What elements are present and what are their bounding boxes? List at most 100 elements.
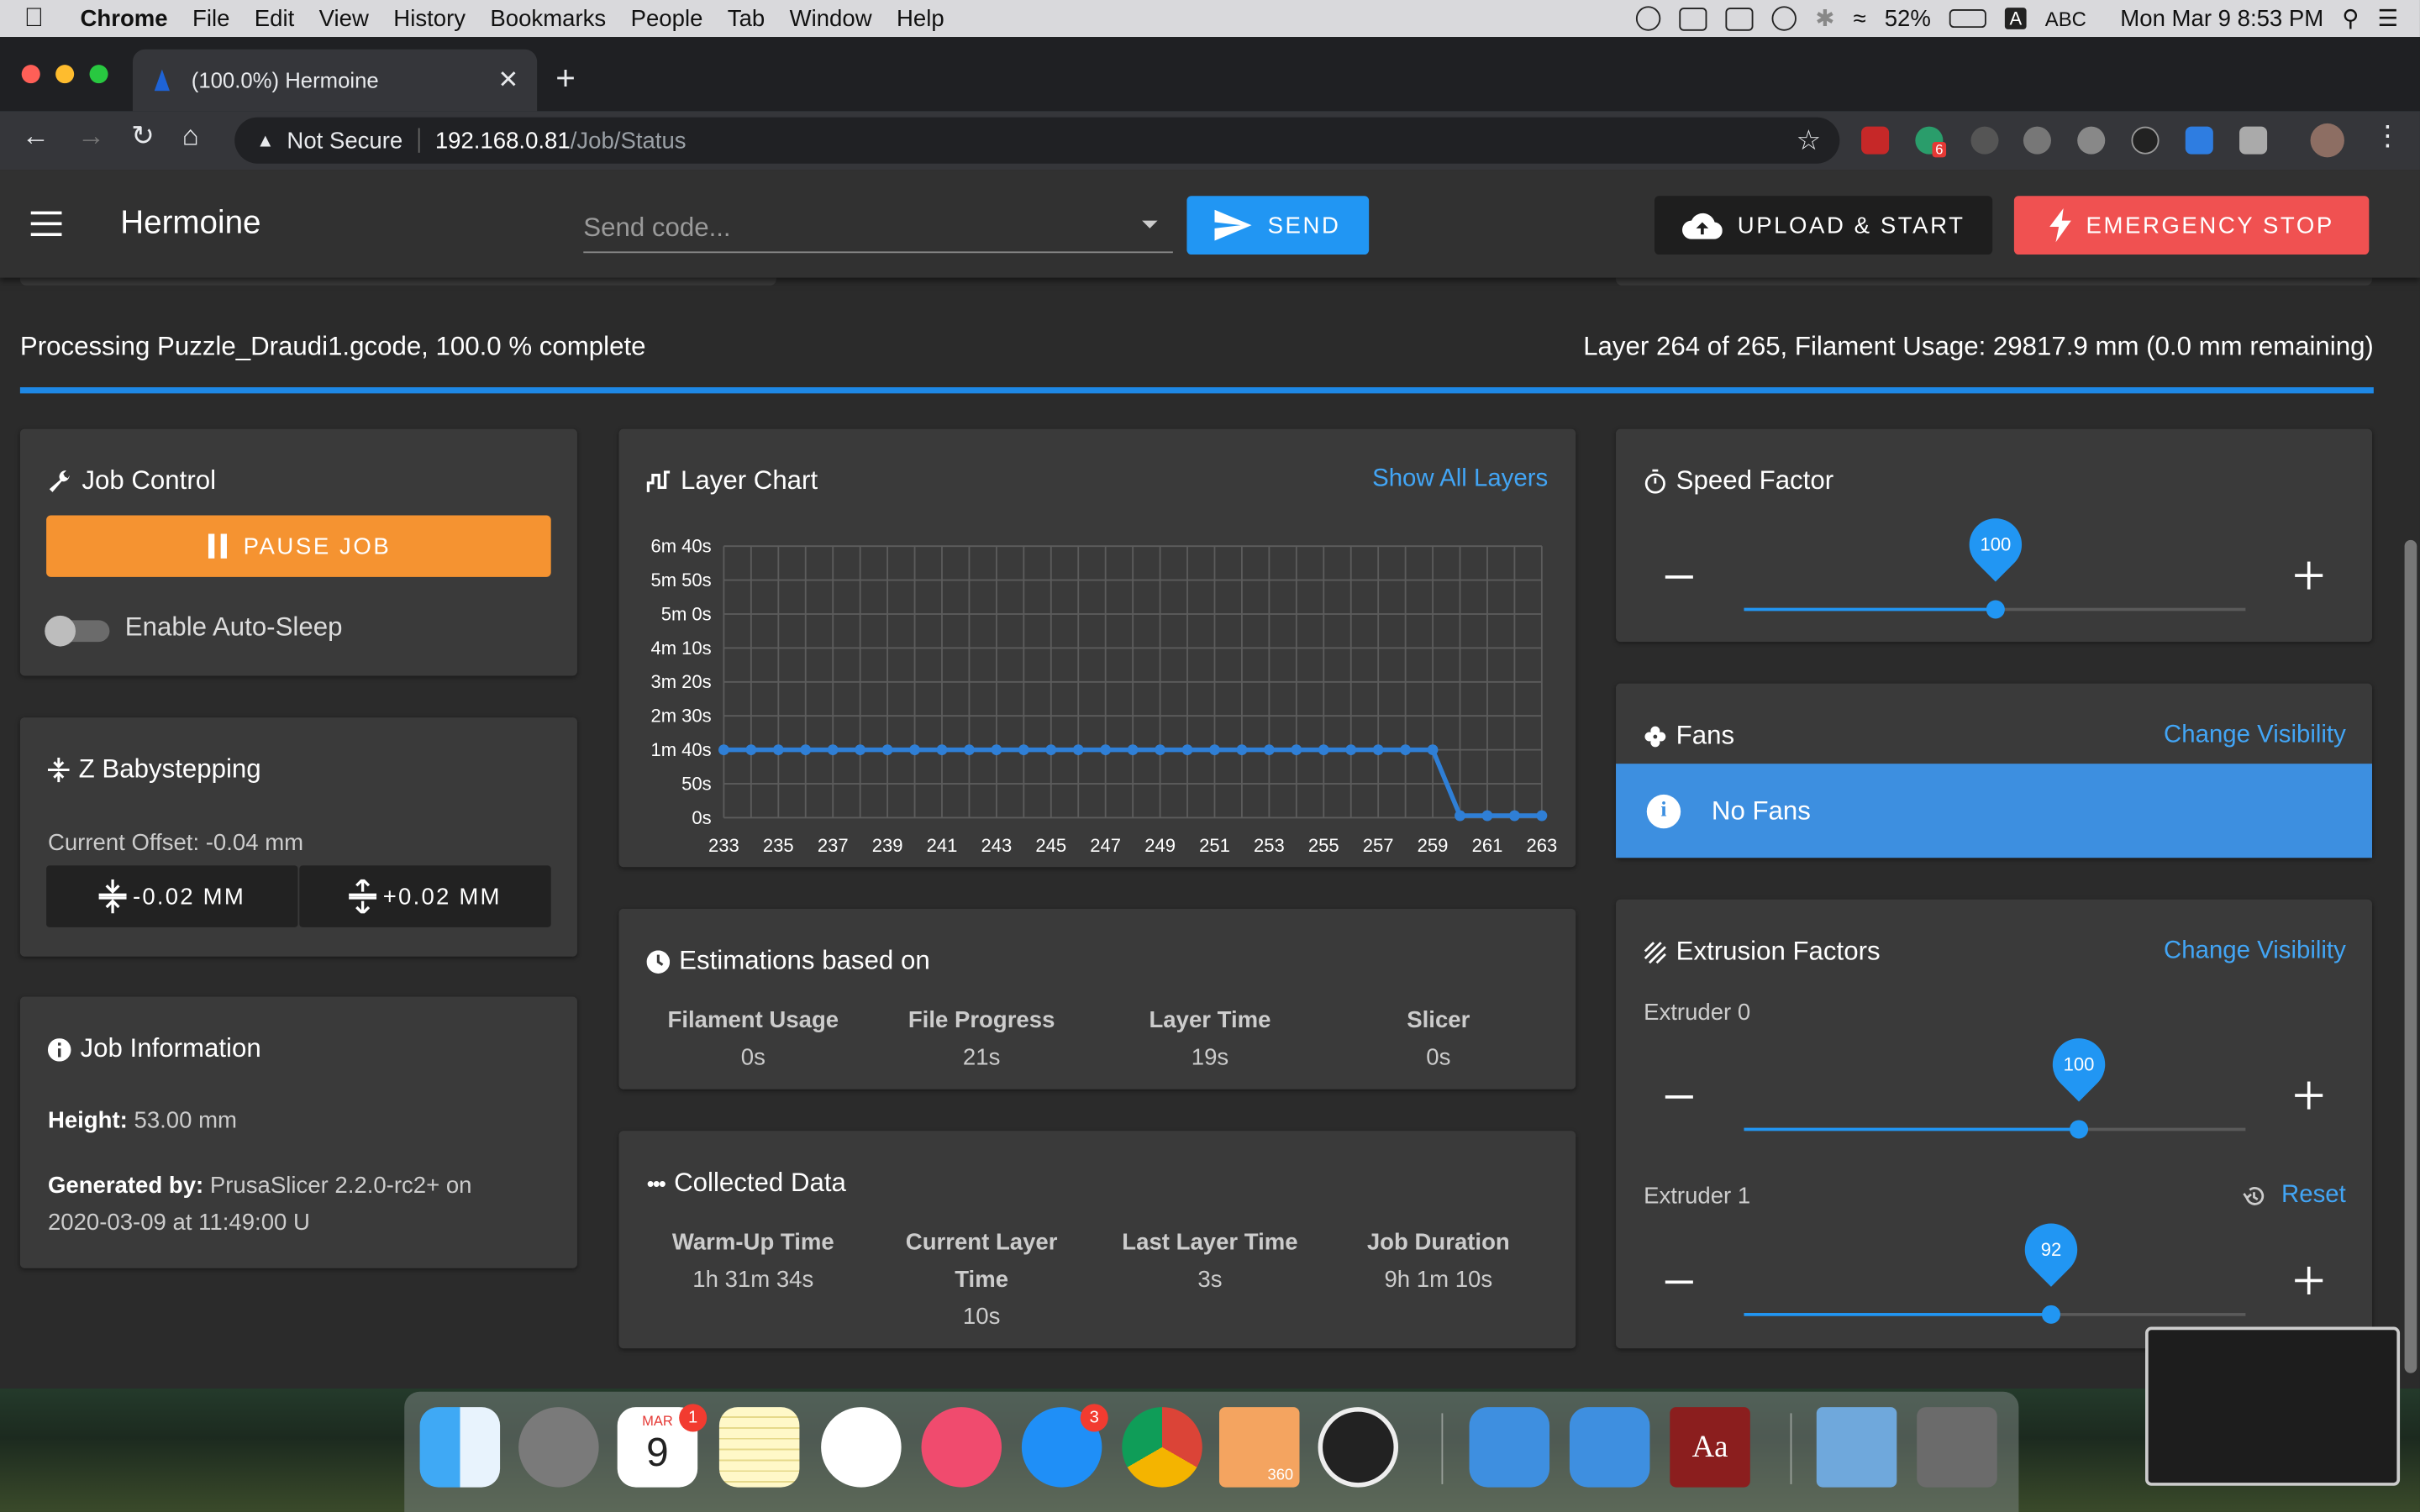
chart-x-tick-label: 243 xyxy=(981,835,1013,856)
extension-icon[interactable] xyxy=(2239,126,2268,155)
spotlight-icon[interactable]: ⚲ xyxy=(2342,5,2359,32)
browser-tab[interactable]: (100.0%) Hermoine ✕ xyxy=(132,49,538,112)
music-icon[interactable] xyxy=(921,1407,1002,1488)
chrome-menu-icon[interactable]: ⋮ xyxy=(2374,120,2402,153)
apple-icon[interactable]:  xyxy=(0,3,68,34)
menu-history[interactable]: History xyxy=(381,5,478,31)
send-button[interactable]: SEND xyxy=(1186,196,1370,255)
adblock-extension-icon[interactable] xyxy=(1861,126,1890,155)
chrome-icon[interactable] xyxy=(1122,1407,1202,1488)
address-bar[interactable]: ▲ Not Secure 192.168.0.81 /Job/Status ☆ xyxy=(234,117,1840,164)
chart-data-point xyxy=(772,744,784,756)
pause-job-button[interactable]: PAUSE JOB xyxy=(46,515,551,577)
battery-percent[interactable]: 52% xyxy=(1885,5,1931,31)
screenshot-thumbnail[interactable] xyxy=(2145,1326,2401,1486)
menu-tab[interactable]: Tab xyxy=(715,5,777,31)
menu-window[interactable]: Window xyxy=(777,5,884,31)
trash-icon[interactable] xyxy=(1917,1407,1997,1488)
babystep-plus-button[interactable]: +0.02 MM xyxy=(299,865,551,927)
extruder-0-increase-button[interactable] xyxy=(2295,1081,2323,1110)
menu-edit[interactable]: Edit xyxy=(242,5,307,31)
vnc-viewer-icon[interactable] xyxy=(1469,1407,1550,1488)
input-source-icon[interactable]: A xyxy=(2005,8,2027,29)
clock[interactable]: Mon Mar 9 8:53 PM xyxy=(2120,5,2323,31)
speed-decrease-button[interactable] xyxy=(1665,575,1693,579)
speed-slider-fill xyxy=(1744,607,1995,612)
input-source-label[interactable]: ABC xyxy=(2045,7,2086,30)
babystep-minus-button[interactable]: -0.02 MM xyxy=(46,865,298,927)
notification-center-icon[interactable]: ☰ xyxy=(2378,5,2399,32)
extension-icon[interactable] xyxy=(1970,126,1999,155)
bookmark-star-icon[interactable]: ☆ xyxy=(1797,124,1822,157)
menu-app-name[interactable]: Chrome xyxy=(68,5,181,31)
bbedit-icon[interactable] xyxy=(1679,7,1707,30)
extrusion-change-visibility-link[interactable]: Change Visibility xyxy=(2164,938,2346,966)
page-scrollbar[interactable] xyxy=(2404,539,2417,1373)
extruder-1-decrease-button[interactable] xyxy=(1665,1280,1693,1284)
octoprint-icon[interactable] xyxy=(1318,1407,1399,1488)
launchpad-icon[interactable] xyxy=(518,1407,599,1488)
speed-slider-track[interactable]: 100 xyxy=(1744,507,2246,619)
send-code-input[interactable] xyxy=(583,205,1173,254)
extruder-1-increase-button[interactable] xyxy=(2295,1266,2323,1294)
bluetooth-icon[interactable]: ✱ xyxy=(1815,5,1834,32)
emergency-stop-button[interactable]: EMERGENCY STOP xyxy=(2013,196,2370,255)
upload-start-button[interactable]: UPLOAD & START xyxy=(1654,196,1993,255)
generated-value-2: 2020-03-09 at 11:49:00 U xyxy=(47,1209,310,1236)
tab-close-icon[interactable]: ✕ xyxy=(498,65,519,96)
finder-icon[interactable] xyxy=(419,1407,501,1488)
wifi-icon[interactable]: ≈ xyxy=(1854,5,1866,31)
menu-people[interactable]: People xyxy=(618,5,715,31)
reload-icon[interactable]: ↻ xyxy=(131,120,155,153)
warning-icon[interactable]: ▲ xyxy=(256,129,275,151)
extension-icon[interactable] xyxy=(2077,126,2106,155)
dictionary-icon[interactable]: Aa xyxy=(1670,1407,1750,1488)
minimize-window-button[interactable] xyxy=(55,65,75,84)
menu-help[interactable]: Help xyxy=(884,5,956,31)
status-icon[interactable] xyxy=(1636,6,1661,31)
speed-increase-button[interactable] xyxy=(2295,561,2323,590)
time-machine-icon[interactable] xyxy=(1771,6,1797,31)
extruder-1-slider-thumb[interactable] xyxy=(2042,1305,2061,1324)
vertical-align-icon xyxy=(47,757,70,783)
reset-button[interactable]: Reset xyxy=(2243,1182,2346,1210)
fusion-label: 360 xyxy=(1267,1467,1294,1484)
extruder-0-slider-fill xyxy=(1744,1127,2079,1131)
security-label[interactable]: Not Secure xyxy=(287,128,402,154)
extension-icon[interactable] xyxy=(2131,126,2160,155)
fusion-360-icon[interactable]: 360 xyxy=(1218,1407,1300,1488)
fans-change-visibility-link[interactable]: Change Visibility xyxy=(2164,722,2346,750)
photos-icon[interactable] xyxy=(821,1407,902,1488)
zoom-window-button[interactable] xyxy=(89,65,108,84)
chart-y-tick-label: 50s xyxy=(681,773,712,794)
extension-icon[interactable] xyxy=(2185,126,2213,155)
back-icon[interactable]: ← xyxy=(22,120,50,153)
extension-icon[interactable] xyxy=(2023,126,2051,155)
vnc-viewer-icon[interactable] xyxy=(1569,1407,1650,1488)
chart-data-point xyxy=(1072,744,1084,756)
extruder-0-slider-track[interactable]: 100 xyxy=(1744,1027,2246,1139)
profile-avatar[interactable] xyxy=(2310,123,2344,158)
notes-icon[interactable] xyxy=(718,1407,800,1488)
home-icon[interactable]: ⌂ xyxy=(182,120,199,153)
menu-view[interactable]: View xyxy=(307,5,381,31)
extruder-1-slider-track[interactable]: 92 xyxy=(1744,1212,2246,1324)
battery-icon[interactable] xyxy=(1949,9,1986,29)
close-window-button[interactable] xyxy=(21,65,40,84)
extruder-0-decrease-button[interactable] xyxy=(1665,1095,1693,1099)
new-tab-icon[interactable]: + xyxy=(555,59,576,99)
airplay-icon[interactable] xyxy=(1725,7,1754,30)
toggle-knob xyxy=(45,615,76,647)
chevron-down-icon[interactable] xyxy=(1142,220,1158,228)
menu-bookmarks[interactable]: Bookmarks xyxy=(478,5,618,31)
auto-sleep-toggle[interactable] xyxy=(45,615,110,647)
speed-slider-thumb[interactable] xyxy=(1985,600,2004,619)
chart-x-tick-label: 253 xyxy=(1254,835,1285,856)
menu-file[interactable]: File xyxy=(180,5,242,31)
no-fans-alert: i No Fans xyxy=(1616,764,2373,858)
forward-icon[interactable]: → xyxy=(77,120,105,153)
menu-icon[interactable] xyxy=(30,211,62,237)
extruder-0-slider-thumb[interactable] xyxy=(2069,1120,2088,1139)
chart-data-point xyxy=(1045,744,1057,756)
downloads-folder-icon[interactable] xyxy=(1816,1407,1897,1488)
